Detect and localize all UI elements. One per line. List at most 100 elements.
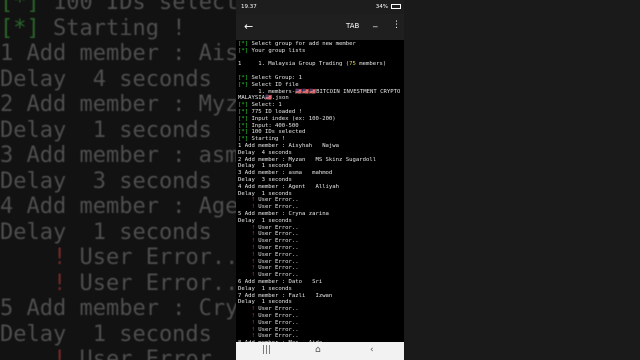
line-text: Input index (ex: 100-200)	[248, 115, 336, 122]
line-text: Select ID file	[248, 81, 299, 88]
terminal-line: 6 Add member : Dato Sri	[238, 279, 322, 286]
line-text: 4 Add member : Agent Alliyah	[238, 183, 340, 190]
background-shade-right	[404, 0, 640, 360]
back-arrow-icon[interactable]: ←	[244, 20, 253, 33]
line-prefix: !	[238, 319, 255, 326]
battery-icon	[391, 4, 401, 9]
line-text: 1 1. Malaysia Group Trading (	[238, 61, 350, 68]
terminal-line: 5 Add member : Cryna zarina	[238, 211, 329, 218]
line-text: 3 Add member : asma mahmod	[238, 170, 333, 177]
terminal-line: ! User Error..	[238, 251, 299, 259]
line-text: User Error..	[254, 197, 299, 204]
line-text: Delay 1 seconds	[238, 163, 292, 170]
line-prefix: [*]	[238, 81, 249, 88]
line-text: Delay 1 seconds	[238, 299, 292, 306]
line-text: User Error..	[254, 333, 299, 340]
line-prefix: !	[238, 224, 255, 231]
line-text: User Error..	[254, 326, 299, 333]
line-text: 100 IDs selected	[248, 129, 306, 136]
line-prefix: [*]	[238, 129, 249, 136]
line-text: Select: 1	[248, 102, 282, 109]
line-prefix: [*]	[238, 41, 249, 47]
line-text: Delay 1 seconds	[238, 190, 292, 197]
line-prefix: !	[238, 258, 255, 265]
line-prefix: [*]	[238, 75, 249, 81]
line-prefix: !	[238, 265, 255, 272]
recent-apps-icon[interactable]: |||	[262, 345, 271, 355]
terminal-line: ! User Error..	[238, 333, 299, 340]
line-text: User Error..	[254, 319, 299, 326]
terminal-line: Delay 1 seconds	[238, 191, 292, 198]
home-icon[interactable]: ⌂	[315, 345, 321, 355]
navigation-bar: ||| ⌂ ‹	[236, 342, 404, 360]
line-text: Select group for add new member	[248, 41, 356, 47]
terminal-line: ! User Error..	[238, 319, 299, 327]
terminal-output[interactable]: [*] Select group for add new member [*] Y…	[236, 40, 404, 342]
app-bar: ← TAB _ ⋮	[236, 14, 404, 40]
line-text: User Error..	[254, 245, 299, 251]
line-text: 1 Add member : Aisyhah Najwa	[238, 143, 340, 149]
minimize-icon[interactable]: _	[373, 18, 378, 28]
terminal-line: 1 1. Malaysia Group Trading (75 members)	[238, 61, 386, 68]
line-prefix: !	[238, 231, 255, 238]
terminal-line: Delay 1 seconds	[238, 286, 292, 293]
line-text: Starting !	[248, 136, 286, 143]
line-prefix: !	[238, 326, 255, 333]
terminal-line: ! User Error..	[238, 204, 298, 211]
nav-back-icon[interactable]: ‹	[370, 345, 374, 355]
background-shade-left	[0, 0, 236, 360]
line-text: User Error..	[254, 265, 299, 272]
line-text: MALAYSIA🇲🇾.json	[238, 95, 289, 102]
line-text: Select Group: 1	[248, 75, 302, 81]
line-prefix: !	[238, 306, 255, 313]
line-prefix: [*]	[238, 136, 249, 143]
line-text-end: members)	[355, 61, 387, 68]
terminal-line: ! User Error..	[238, 326, 299, 334]
terminal-line: [*] Select Group: 1	[238, 75, 302, 82]
terminal-line: [*] Select: 1	[238, 102, 282, 109]
battery-percent: 34%	[375, 4, 388, 10]
line-prefix: !	[238, 204, 255, 211]
terminal-line: Delay 1 seconds	[238, 163, 292, 170]
terminal-line: [*] 100 IDs selected	[238, 129, 305, 136]
terminal-line: Delay 3 seconds	[238, 177, 292, 184]
line-prefix: !	[238, 251, 255, 258]
line-prefix: [*]	[238, 47, 249, 54]
terminal-line: ! User Error..	[238, 231, 298, 238]
line-text: Delay 4 seconds	[238, 149, 292, 156]
line-prefix: [*]	[238, 122, 249, 129]
terminal-line: 1 Add member : Aisyhah Najwa	[238, 143, 339, 150]
line-text: Input: 400-500	[248, 122, 299, 129]
line-text: User Error..	[254, 251, 299, 258]
line-text: 6 Add member : Dato Sri	[238, 279, 323, 285]
line-text: 1. members-🇲🇾🇲🇾🇲🇾BITCOIN INVESTMENT CRYP…	[238, 88, 401, 95]
terminal-line: ! User Error..	[238, 313, 299, 320]
terminal-line: MALAYSIA🇲🇾.json	[238, 95, 289, 102]
terminal-line: ! User Error..	[238, 258, 299, 266]
line-text: User Error..	[254, 258, 299, 265]
terminal-line: ! User Error..	[238, 197, 299, 204]
line-text: User Error..	[254, 313, 299, 319]
line-prefix: !	[238, 245, 255, 251]
status-bar: 19.37 34%	[236, 0, 404, 14]
terminal-line: Delay 1 seconds	[238, 218, 292, 225]
more-menu-icon[interactable]: ⋮	[392, 20, 401, 30]
line-prefix: [*]	[238, 115, 249, 122]
line-text: Delay 1 seconds	[238, 217, 292, 224]
terminal-line: [*] Starting !	[238, 136, 285, 143]
terminal-line: 7 Add member : Fazli Izwan	[238, 293, 332, 300]
terminal-line: 2 Add member : Myzan MS Skinz Sugardoll	[238, 157, 376, 164]
terminal-line: 4 Add member : Agent Alliyah	[238, 184, 339, 191]
phone-screen: 19.37 34% ← TAB _ ⋮ [*] Select group for…	[236, 0, 404, 360]
terminal-line: Delay 1 seconds	[238, 299, 292, 306]
line-text: 2 Add member : Myzan MS Skinz Sugardoll	[238, 156, 377, 163]
tab-button[interactable]: TAB	[346, 22, 359, 30]
line-prefix: !	[238, 197, 255, 204]
terminal-line: [*] Input index (ex: 100-200)	[238, 116, 336, 123]
terminal-line: [*] Select ID file	[238, 82, 299, 89]
line-text: Delay 3 seconds	[238, 177, 292, 183]
status-time: 19.37	[241, 4, 257, 10]
line-text: User Error..	[254, 272, 299, 279]
line-text: Your group lists	[248, 47, 306, 54]
line-text: 7 Add member : Fazli Izwan	[238, 292, 333, 299]
